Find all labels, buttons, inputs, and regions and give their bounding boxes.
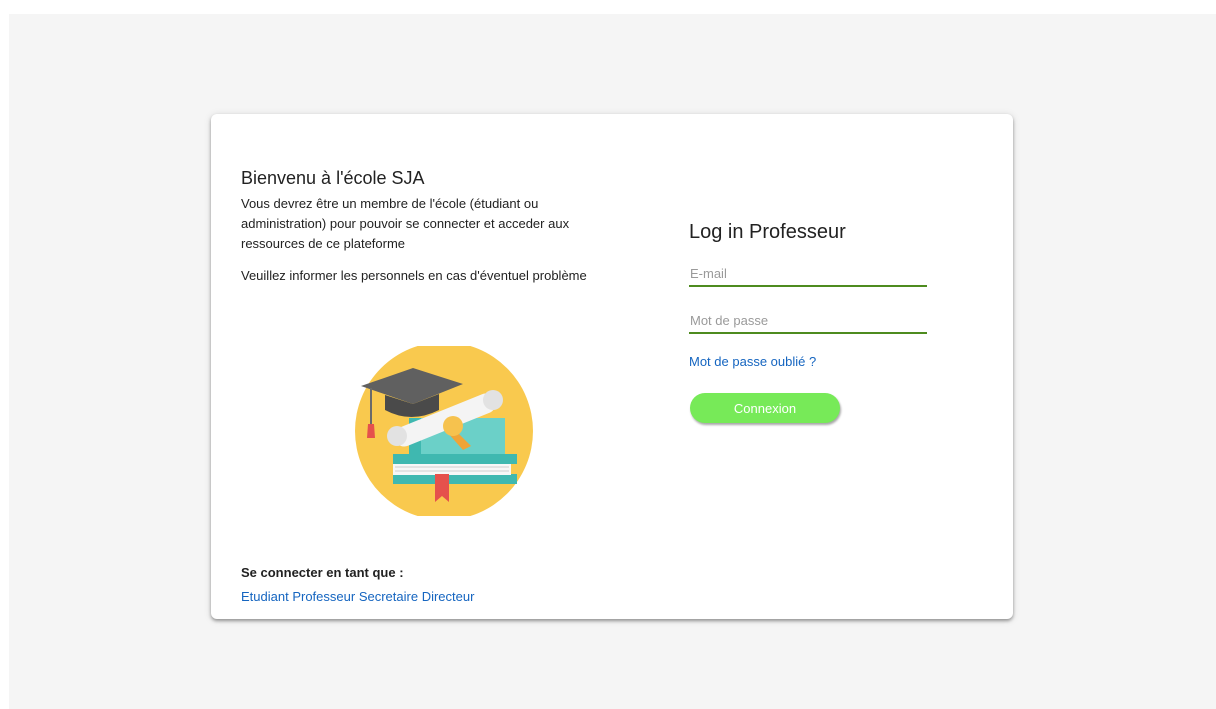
welcome-text: Vous devrez être un membre de l'école (é… (241, 196, 570, 251)
login-card: Bienvenu à l'école SJA Vous devrez être … (211, 114, 1013, 619)
login-form: Log in Professeur Mot de passe oublié ? … (689, 218, 929, 423)
welcome-title: Bienvenu à l'école SJA (241, 168, 425, 188)
role-link-secretaire[interactable]: Secretaire (359, 589, 418, 604)
welcome-panel: Bienvenu à l'école SJA Vous devrez être … (241, 166, 621, 286)
welcome-note: Veuillez informer les personnels en cas … (241, 268, 587, 283)
password-field[interactable] (689, 309, 927, 334)
role-selector-label: Se connecter en tant que : (241, 565, 404, 580)
role-links: Etudiant Professeur Secretaire Directeur (241, 587, 474, 607)
connexion-button[interactable]: Connexion (690, 393, 840, 423)
role-link-professeur[interactable]: Professeur (292, 589, 355, 604)
role-selector: Se connecter en tant que : Etudiant Prof… (241, 563, 474, 607)
page-background: Bienvenu à l'école SJA Vous devrez être … (9, 14, 1216, 709)
login-title: Log in Professeur (689, 221, 846, 243)
role-link-directeur[interactable]: Directeur (422, 589, 475, 604)
graduation-books-icon (355, 346, 533, 516)
email-field[interactable] (689, 262, 927, 287)
forgot-password-link[interactable]: Mot de passe oublié ? (689, 354, 816, 369)
role-link-etudiant[interactable]: Etudiant (241, 589, 289, 604)
